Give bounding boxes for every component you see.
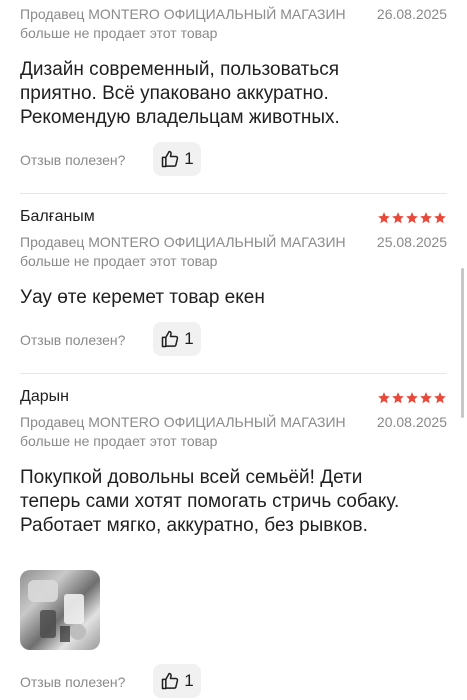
review-date: 20.08.2025 bbox=[376, 414, 447, 430]
star-icon bbox=[420, 392, 432, 404]
divider bbox=[20, 193, 447, 194]
review-author: Дарын bbox=[20, 388, 69, 405]
thumbs-up-icon bbox=[160, 329, 180, 349]
review-date: 25.08.2025 bbox=[376, 234, 447, 250]
review-header: Балғаным bbox=[20, 208, 447, 230]
seller-info: Продавец MONTERO ОФИЦИАЛЬНЫЙ МАГАЗИН 26.… bbox=[20, 5, 447, 43]
review-text-line: Покупкой довольны всей семьёй! Дети bbox=[20, 467, 363, 488]
review-author: Балғаным bbox=[20, 208, 95, 225]
star-icon bbox=[406, 392, 418, 404]
rating-stars bbox=[377, 211, 447, 225]
star-icon bbox=[406, 212, 418, 224]
review-text-line: Рекомендую владельцам животных. bbox=[20, 107, 340, 128]
like-count: 1 bbox=[184, 329, 194, 348]
seller-name: Продавец MONTERO ОФИЦИАЛЬНЫЙ МАГАЗИН bbox=[20, 234, 346, 250]
review-photo-thumbnail[interactable] bbox=[20, 570, 100, 650]
like-count: 1 bbox=[184, 671, 194, 690]
seller-note: больше не продает этот товар bbox=[20, 253, 218, 269]
photo-content bbox=[28, 580, 86, 642]
review-text-line: Уау өте керемет товар екен bbox=[20, 287, 265, 308]
star-icon bbox=[420, 212, 432, 224]
helpful-row: Отзыв полезен? 1 bbox=[20, 142, 220, 178]
thumbs-up-icon bbox=[160, 149, 180, 169]
star-icon bbox=[434, 392, 446, 404]
seller-name: Продавец MONTERO ОФИЦИАЛЬНЫЙ МАГАЗИН bbox=[20, 6, 346, 22]
star-icon bbox=[392, 392, 404, 404]
divider bbox=[20, 373, 447, 374]
helpful-label: Отзыв полезен? bbox=[20, 152, 126, 168]
helpful-row: Отзыв полезен? 1 bbox=[20, 664, 220, 700]
review-header: Дарын bbox=[20, 388, 447, 410]
like-button[interactable]: 1 bbox=[153, 142, 201, 176]
review-text: Покупкой довольны всей семьёй! Дети тепе… bbox=[20, 466, 447, 538]
star-icon bbox=[378, 392, 390, 404]
seller-name: Продавец MONTERO ОФИЦИАЛЬНЫЙ МАГАЗИН bbox=[20, 414, 346, 430]
helpful-label: Отзыв полезен? bbox=[20, 674, 126, 690]
star-icon bbox=[392, 212, 404, 224]
helpful-row: Отзыв полезен? 1 bbox=[20, 322, 220, 358]
helpful-label: Отзыв полезен? bbox=[20, 332, 126, 348]
like-count: 1 bbox=[184, 149, 194, 168]
review-text: Уау өте керемет товар екен bbox=[20, 286, 447, 310]
like-button[interactable]: 1 bbox=[153, 664, 201, 698]
review-text-line: приятно. Всё упаковано аккуратно. bbox=[20, 83, 329, 104]
star-icon bbox=[434, 212, 446, 224]
star-icon bbox=[378, 212, 390, 224]
seller-info: Продавец MONTERO ОФИЦИАЛЬНЫЙ МАГАЗИН 20.… bbox=[20, 413, 447, 451]
rating-stars bbox=[377, 391, 447, 405]
thumbs-up-icon bbox=[160, 671, 180, 691]
seller-info: Продавец MONTERO ОФИЦИАЛЬНЫЙ МАГАЗИН 25.… bbox=[20, 233, 447, 271]
seller-note: больше не продает этот товар bbox=[20, 433, 218, 449]
review-text-line: Работает мягко, аккуратно, без рывков. bbox=[20, 515, 368, 536]
review-text-line: теперь сами хотят помогать стричь собаку… bbox=[20, 491, 400, 512]
review-date: 26.08.2025 bbox=[376, 6, 447, 22]
scrollbar[interactable] bbox=[461, 268, 464, 418]
review-text-line: Дизайн современный, пользоваться bbox=[20, 59, 340, 80]
like-button[interactable]: 1 bbox=[153, 322, 201, 356]
seller-note: больше не продает этот товар bbox=[20, 25, 218, 41]
review-text: Дизайн современный, пользоваться приятно… bbox=[20, 58, 447, 130]
